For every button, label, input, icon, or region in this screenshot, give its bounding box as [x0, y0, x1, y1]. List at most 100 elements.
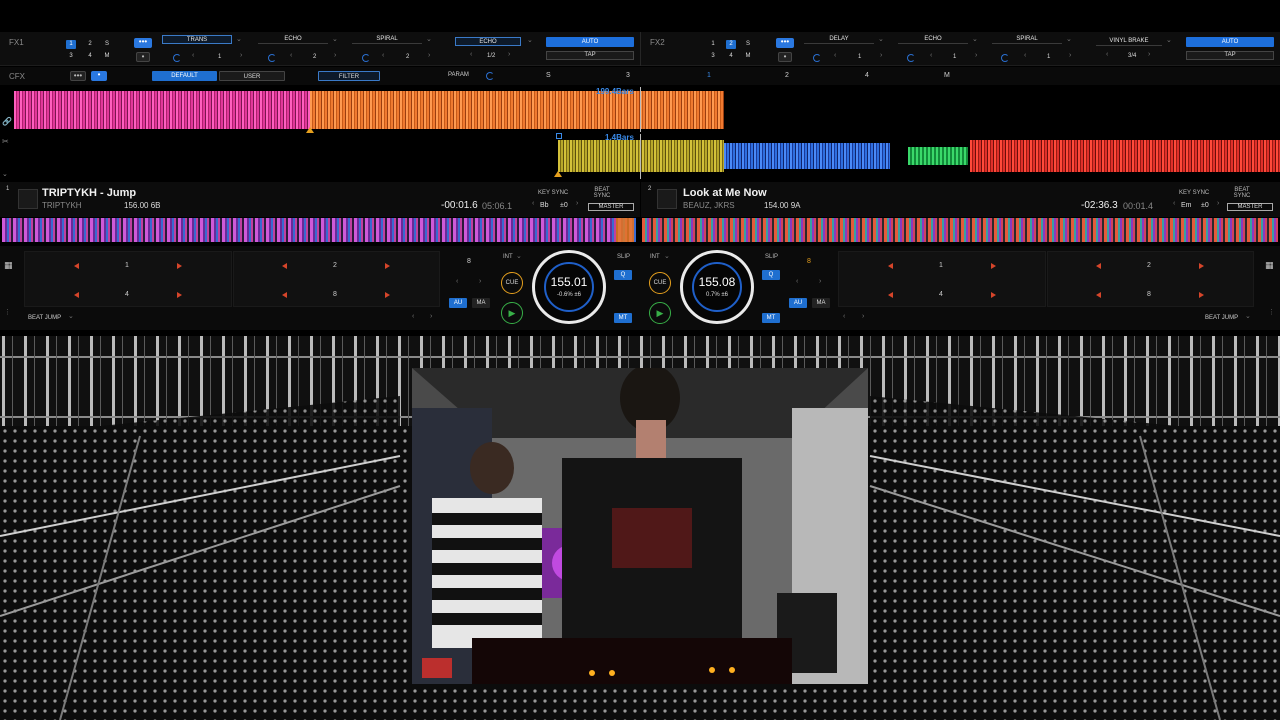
fx2-assign-3[interactable]: 3 [708, 52, 718, 61]
deck1-pad4-forward-icon[interactable] [385, 292, 390, 298]
chevron-down-icon[interactable]: ⌄ [878, 35, 884, 43]
chevron-left-icon[interactable]: ‹ [456, 278, 458, 285]
chevron-left-icon[interactable]: ‹ [843, 313, 845, 320]
deck1-au-button[interactable]: AU [449, 298, 467, 308]
fx1-tap-button[interactable]: TAP [546, 51, 634, 60]
deck2-pad1-forward-icon[interactable] [991, 263, 996, 269]
menu-icon[interactable]: ⋮ [1268, 308, 1275, 316]
deck1-play-button[interactable]: ▶ [501, 302, 523, 324]
deck1-mt-button[interactable]: MT [614, 313, 632, 323]
deck2-jog-wheel[interactable]: 155.08 0.7% ±6 [680, 250, 754, 324]
fx1-assign-m[interactable]: M [102, 52, 112, 61]
deck2-beat-sync[interactable]: BEAT SYNC [1232, 187, 1252, 199]
deck1-key-sync[interactable]: KEY SYNC [538, 190, 568, 196]
fx2-effect-2-select[interactable]: ECHO [898, 35, 968, 44]
deck2-pad4-forward-icon[interactable] [1199, 292, 1204, 298]
cfx-filter-select[interactable]: FILTER [318, 71, 380, 81]
deck1-ma-button[interactable]: MA [472, 298, 490, 308]
chevron-right-icon[interactable]: › [975, 52, 977, 59]
fx2-assign-1[interactable]: 1 [708, 40, 718, 49]
deck2-play-button[interactable]: ▶ [649, 302, 671, 324]
fx1-assign-3[interactable]: 3 [66, 52, 76, 61]
chevron-left-icon[interactable]: ‹ [834, 52, 836, 59]
chevron-left-icon[interactable]: ‹ [532, 200, 534, 207]
fx2-beat-effect-select[interactable]: VINYL BRAKE [1096, 37, 1162, 46]
deck2-pad2-back-icon[interactable] [1096, 263, 1101, 269]
chevron-left-icon[interactable]: ‹ [1024, 52, 1026, 59]
chevron-right-icon[interactable]: › [479, 278, 481, 285]
fx1-effect-3-knob[interactable] [362, 54, 370, 62]
deck1-track-overview[interactable] [2, 218, 636, 242]
chevron-left-icon[interactable]: ‹ [1106, 51, 1108, 58]
fx2-assign-s[interactable]: S [743, 40, 753, 49]
deck1-pad1-back-icon[interactable] [74, 263, 79, 269]
fx2-assign-m[interactable]: M [743, 52, 753, 61]
fx1-auto-button[interactable]: AUTO [546, 37, 634, 47]
deck2-pad1-back-icon[interactable] [888, 263, 893, 269]
chevron-down-icon[interactable]: ⌄ [2, 170, 8, 178]
chevron-left-icon[interactable]: ‹ [382, 52, 384, 59]
chevron-left-icon[interactable]: ‹ [796, 278, 798, 285]
fx2-effect-1-knob[interactable] [813, 54, 821, 62]
deck1-slip-label[interactable]: SLIP [617, 254, 630, 260]
fx1-effect-3-select[interactable]: SPIRAL [352, 35, 422, 44]
chevron-down-icon[interactable]: ⌄ [1245, 312, 1251, 320]
fx1-assign-4[interactable]: 4 [85, 52, 95, 61]
chevron-left-icon[interactable]: ‹ [290, 52, 292, 59]
menu-icon[interactable]: ⋮ [4, 308, 11, 316]
fx1-mode-button[interactable]: • [136, 52, 150, 62]
fx2-effect-1-select[interactable]: DELAY [804, 35, 874, 44]
chevron-right-icon[interactable]: › [862, 313, 864, 320]
deck1-pad1-forward-icon[interactable] [177, 263, 182, 269]
fx1-assign-1[interactable]: 1 [66, 40, 76, 49]
chevron-left-icon[interactable]: ‹ [412, 313, 414, 320]
chevron-left-icon[interactable]: ‹ [1173, 200, 1175, 207]
deck1-pad2-back-icon[interactable] [282, 263, 287, 269]
deck2-master-button[interactable]: MASTER [1227, 203, 1273, 211]
grid-icon[interactable]: ▦ [1265, 260, 1274, 271]
cfx-default-button[interactable]: DEFAULT [152, 71, 217, 81]
deck1-beat-sync[interactable]: BEAT SYNC [592, 187, 612, 199]
chevron-right-icon[interactable]: › [508, 51, 510, 58]
cfx-more-button[interactable]: ••• [70, 71, 86, 81]
fx2-tap-button[interactable]: TAP [1186, 51, 1274, 60]
deck2-pad3-back-icon[interactable] [888, 292, 893, 298]
deck1-q-button[interactable]: Q [614, 270, 632, 280]
chevron-down-icon[interactable]: ⌄ [1166, 36, 1172, 44]
deck2-mt-button[interactable]: MT [762, 313, 780, 323]
deck1-pad3-forward-icon[interactable] [177, 292, 182, 298]
deck1-pad3-back-icon[interactable] [74, 292, 79, 298]
cfx-mode-button[interactable]: • [91, 71, 107, 81]
fx1-assign-2[interactable]: 2 [85, 40, 95, 49]
cfx-param-knob[interactable] [486, 72, 494, 80]
chevron-right-icon[interactable]: › [1148, 51, 1150, 58]
cfx-user-button[interactable]: USER [219, 71, 285, 81]
chevron-right-icon[interactable]: › [430, 313, 432, 320]
chevron-right-icon[interactable]: › [1217, 200, 1219, 207]
deck2-slip-label[interactable]: SLIP [765, 254, 778, 260]
deck2-q-button[interactable]: Q [762, 270, 780, 280]
chevron-right-icon[interactable]: › [240, 52, 242, 59]
deck2-int-label[interactable]: INT [650, 254, 660, 260]
deck2-pad4-back-icon[interactable] [1096, 292, 1101, 298]
chevron-right-icon[interactable]: › [880, 52, 882, 59]
fx1-assign-s[interactable]: S [102, 40, 112, 49]
chevron-down-icon[interactable]: ⌄ [1066, 35, 1072, 43]
fx1-effect-2-select[interactable]: ECHO [258, 35, 328, 44]
deck2-ma-button[interactable]: MA [812, 298, 830, 308]
fx1-beat-effect-select[interactable]: ECHO [455, 37, 521, 46]
fx2-mode-button[interactable]: • [778, 52, 792, 62]
fx2-effect-3-select[interactable]: SPIRAL [992, 35, 1062, 44]
deck2-key-sync[interactable]: KEY SYNC [1179, 190, 1209, 196]
deck2-pad3-forward-icon[interactable] [991, 292, 996, 298]
deck1-jog-wheel[interactable]: 155.01 -0.6% ±6 [532, 250, 606, 324]
chevron-right-icon[interactable]: › [576, 200, 578, 207]
fx2-auto-button[interactable]: AUTO [1186, 37, 1274, 47]
chevron-down-icon[interactable]: ⌄ [68, 312, 74, 320]
fx1-effect-1-knob[interactable] [173, 54, 181, 62]
deck1-master-button[interactable]: MASTER [588, 203, 634, 211]
deck2-pad2-forward-icon[interactable] [1199, 263, 1204, 269]
deck2-au-button[interactable]: AU [789, 298, 807, 308]
fx2-assign-4[interactable]: 4 [726, 52, 736, 61]
fx2-more-button[interactable]: ••• [776, 38, 794, 48]
